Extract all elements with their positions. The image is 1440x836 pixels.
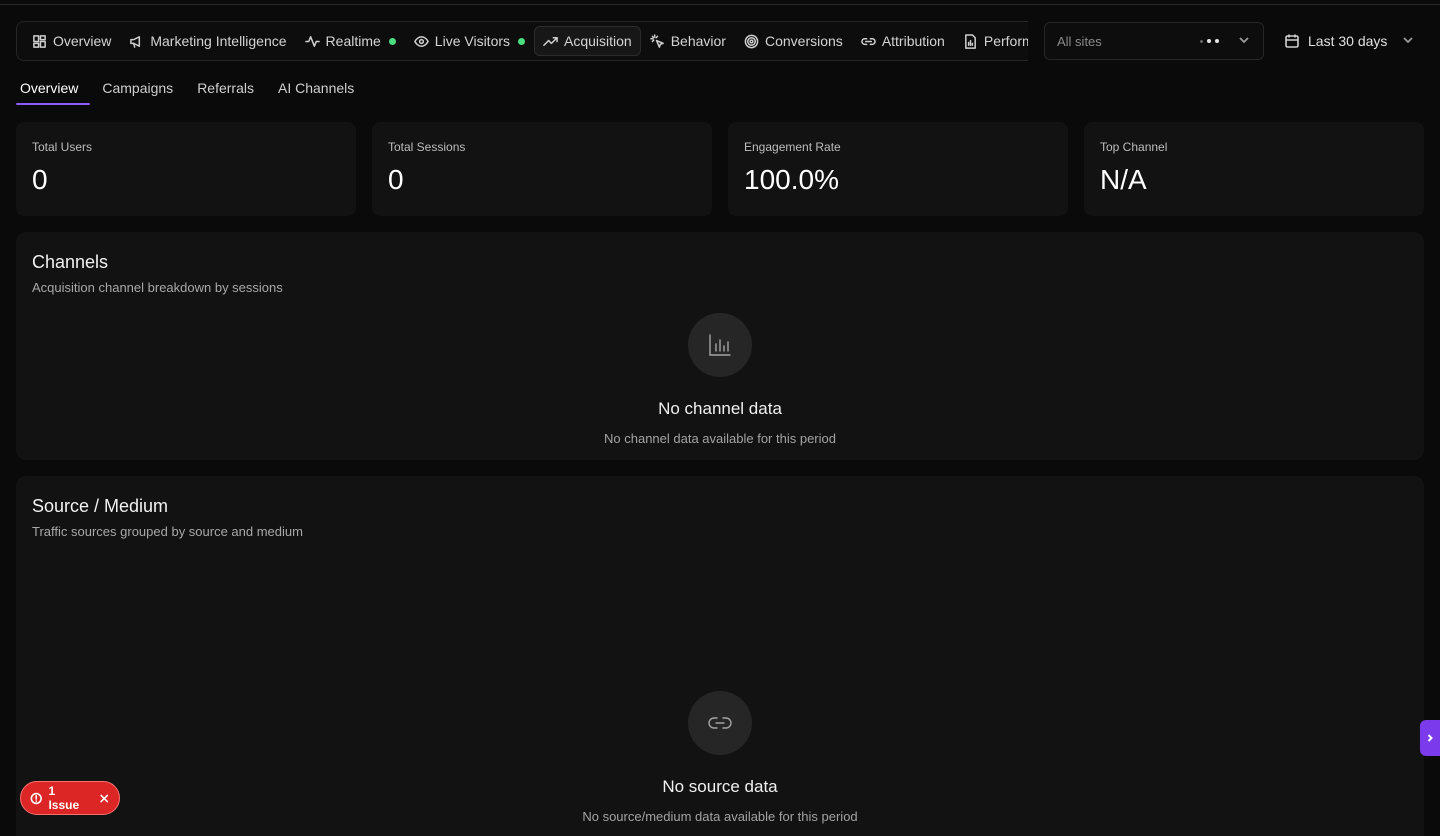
- date-range-select[interactable]: Last 30 days: [1284, 22, 1424, 60]
- nav-attribution[interactable]: Attribution: [852, 26, 954, 56]
- nav-marketing-intelligence[interactable]: Marketing Intelligence: [120, 26, 295, 56]
- stat-card-engagement-rate: Engagement Rate 100.0%: [728, 122, 1068, 216]
- trending-up-icon: [543, 36, 558, 46]
- nav-label: Attribution: [881, 33, 945, 49]
- empty-title: No channel data: [658, 399, 782, 418]
- live-indicator: [388, 37, 396, 45]
- issue-badge[interactable]: 1 Issue: [20, 781, 120, 815]
- sub-tabs: Overview Campaigns Referrals AI Channels: [16, 76, 374, 105]
- alert-circle-icon: [30, 792, 42, 804]
- side-panel-toggle[interactable]: [1420, 720, 1440, 756]
- subtab-overview[interactable]: Overview: [16, 76, 91, 105]
- empty-state: No source data No source/medium data ava…: [16, 691, 1424, 824]
- loading-dots-icon: [1200, 39, 1219, 43]
- empty-subtitle: No source/medium data available for this…: [582, 809, 858, 824]
- site-select[interactable]: All sites: [1044, 22, 1264, 60]
- top-divider: [0, 4, 1440, 5]
- activity-icon: [304, 35, 320, 47]
- calendar-icon: [1285, 34, 1299, 48]
- nav-live-visitors[interactable]: Live Visitors: [405, 26, 534, 56]
- eye-icon: [413, 35, 429, 47]
- nav-behavior[interactable]: Behavior: [641, 26, 735, 56]
- nav-acquisition[interactable]: Acquisition: [534, 26, 641, 56]
- close-icon[interactable]: [98, 792, 110, 805]
- stat-label: Top Channel: [1100, 140, 1168, 154]
- stat-card-top-channel: Top Channel N/A: [1084, 122, 1424, 216]
- main-nav: Overview Marketing Intelligence Realtime…: [16, 21, 1028, 61]
- panel-title: Source / Medium: [32, 496, 169, 516]
- stat-label: Total Sessions: [388, 140, 466, 154]
- nav-label: Perform: [983, 33, 1028, 49]
- empty-subtitle: No channel data available for this perio…: [604, 431, 836, 446]
- stat-card-total-users: Total Users 0: [16, 122, 356, 216]
- subtab-campaigns[interactable]: Campaigns: [98, 76, 185, 105]
- nav-realtime[interactable]: Realtime: [296, 26, 405, 56]
- stat-value: 0: [388, 164, 404, 195]
- megaphone-icon: [130, 35, 141, 48]
- panel-title: Channels: [32, 252, 109, 272]
- panel-subtitle: Traffic sources grouped by source and me…: [32, 524, 303, 539]
- nav-label: Behavior: [670, 33, 726, 49]
- empty-state: No channel data No channel data availabl…: [16, 313, 1424, 446]
- nav-label: Conversions: [764, 33, 843, 49]
- file-chart-icon: [964, 33, 976, 49]
- empty-title: No source data: [662, 777, 778, 796]
- nav-label: Realtime: [325, 33, 381, 49]
- nav-label: Acquisition: [564, 33, 632, 49]
- chevron-down-icon: [1401, 33, 1415, 50]
- stat-value: N/A: [1100, 164, 1147, 195]
- channels-panel: Channels Acquisition channel breakdown b…: [16, 232, 1424, 460]
- source-medium-panel: Source / Medium Traffic sources grouped …: [16, 476, 1424, 836]
- link-icon: [861, 37, 876, 45]
- nav-label: Live Visitors: [434, 33, 511, 49]
- chevron-down-icon: [1237, 33, 1251, 50]
- subtab-referrals[interactable]: Referrals: [193, 76, 266, 105]
- nav-overview[interactable]: Overview: [23, 26, 120, 56]
- stat-label: Total Users: [32, 140, 93, 154]
- subtab-ai-channels[interactable]: AI Channels: [274, 76, 366, 105]
- nav-label: Overview: [53, 33, 112, 49]
- layout-grid-icon: [33, 34, 46, 48]
- site-select-value: All sites: [1057, 33, 1102, 49]
- chevron-right-icon: [1427, 734, 1433, 742]
- target-icon: [744, 34, 759, 48]
- link-icon: [688, 691, 752, 755]
- live-indicator: [518, 37, 526, 45]
- nav-performance[interactable]: Perform: [954, 26, 1028, 56]
- nav-label: Marketing Intelligence: [150, 33, 287, 49]
- stat-value: 100.0%: [744, 164, 839, 195]
- stat-label: Engagement Rate: [744, 140, 841, 154]
- date-range-value: Last 30 days: [1308, 33, 1388, 49]
- issue-label: 1 Issue: [48, 784, 80, 812]
- stat-value: 0: [32, 164, 48, 195]
- stat-card-total-sessions: Total Sessions 0: [372, 122, 712, 216]
- nav-conversions[interactable]: Conversions: [735, 26, 852, 56]
- pointer-click-icon: [649, 33, 664, 48]
- bar-chart-icon: [688, 313, 752, 377]
- panel-subtitle: Acquisition channel breakdown by session…: [32, 280, 283, 295]
